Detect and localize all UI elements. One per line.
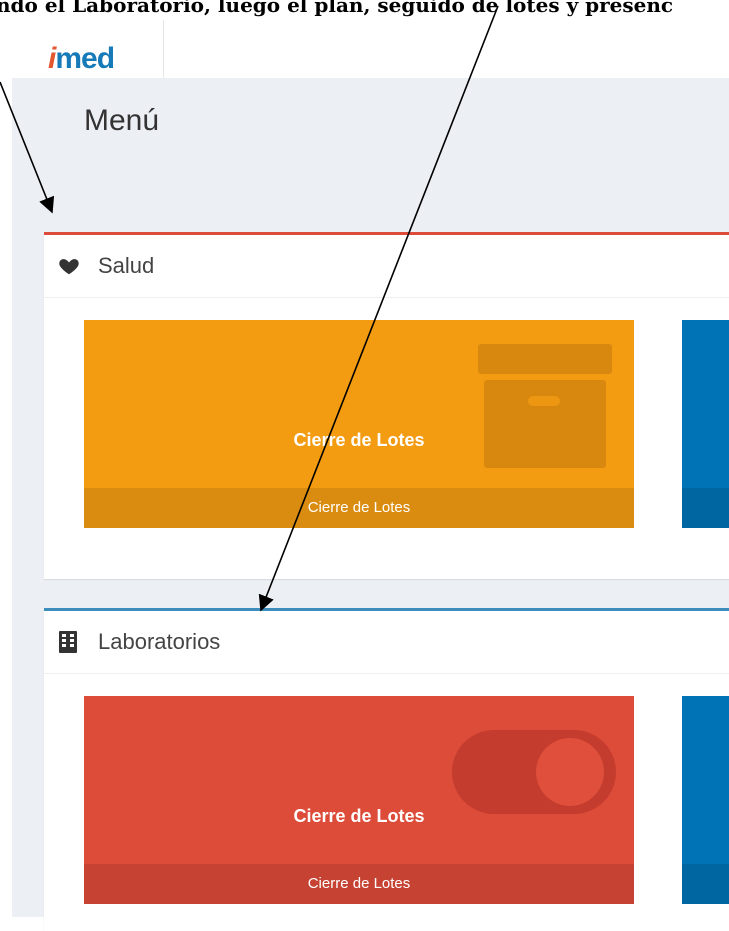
content-wrapper: Menú Salud Cierre de Lotes Cierre de Lot… — [12, 78, 729, 931]
section-title-laboratorios: Laboratorios — [98, 629, 221, 654]
annotation-caption: ndo el Laboratorio, luego el plan, segui… — [0, 0, 674, 17]
section-title-salud: Salud — [98, 253, 155, 278]
tile-side-partial[interactable] — [682, 320, 729, 528]
tile-footer-link[interactable]: Cierre de Lotes — [84, 864, 634, 904]
tile-label: Cierre de Lotes — [293, 430, 425, 450]
imed-logo[interactable]: imed — [48, 42, 115, 75]
navbar-divider — [163, 20, 164, 78]
tile-label: Cierre de Lotes — [293, 806, 425, 826]
tile-side-footer — [682, 488, 729, 528]
section-header: Laboratorios — [44, 611, 729, 674]
building-icon — [58, 631, 80, 653]
heart-icon — [58, 255, 80, 277]
page-title: Menú — [84, 104, 160, 137]
archive-box-icon — [478, 344, 612, 468]
tile-side-footer — [682, 864, 729, 904]
tile-cierre-de-lotes-laboratorios[interactable]: Cierre de Lotes Cierre de Lotes — [84, 696, 634, 904]
section-laboratorios: Laboratorios Cierre de Lotes Cierre de L… — [44, 608, 729, 931]
top-navbar: imed — [0, 20, 729, 78]
tile-cierre-de-lotes-salud[interactable]: Cierre de Lotes Cierre de Lotes — [84, 320, 634, 528]
section-salud: Salud Cierre de Lotes Cierre de Lotes — [44, 232, 729, 579]
section-header: Salud — [44, 235, 729, 298]
toggle-switch-icon — [452, 730, 616, 814]
tile-footer-link[interactable]: Cierre de Lotes — [84, 488, 634, 528]
logo-wordmark: med — [55, 42, 115, 75]
tile-side-partial[interactable] — [682, 696, 729, 904]
